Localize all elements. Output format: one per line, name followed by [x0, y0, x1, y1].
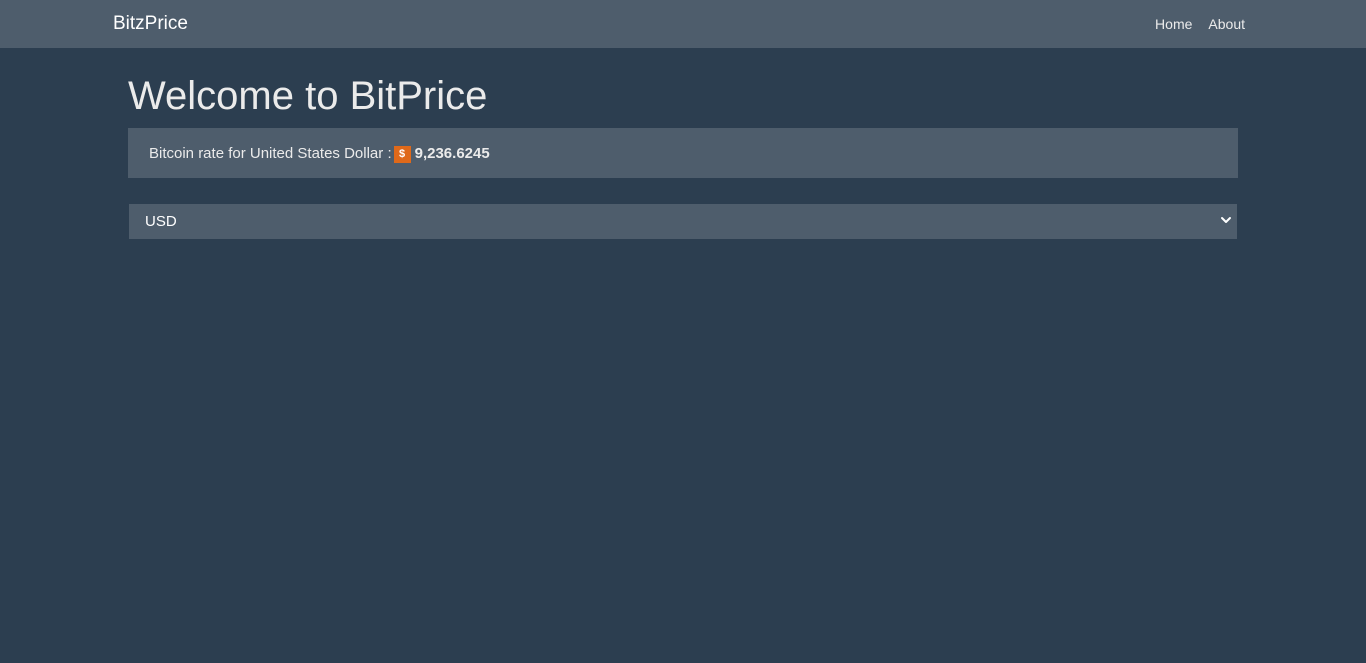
- nav-link-about[interactable]: About: [1208, 15, 1245, 33]
- currency-select-wrapper: USD: [128, 203, 1238, 240]
- nav-link-home[interactable]: Home: [1155, 15, 1192, 33]
- navbar: BitzPrice Home About: [0, 0, 1366, 48]
- rate-label: Bitcoin rate for United States Dollar :: [149, 144, 392, 162]
- rate-panel: Bitcoin rate for United States Dollar : …: [128, 128, 1238, 178]
- nav-links: Home About: [1155, 15, 1245, 33]
- page-title: Welcome to BitPrice: [128, 74, 488, 118]
- main-content: Welcome to BitPrice Bitcoin rate for Uni…: [128, 48, 1238, 240]
- brand-logo-link[interactable]: BitzPrice: [113, 12, 188, 36]
- rate-value: 9,236.6245: [414, 144, 490, 162]
- dollar-icon: $: [393, 145, 411, 163]
- currency-select[interactable]: USD: [128, 203, 1238, 240]
